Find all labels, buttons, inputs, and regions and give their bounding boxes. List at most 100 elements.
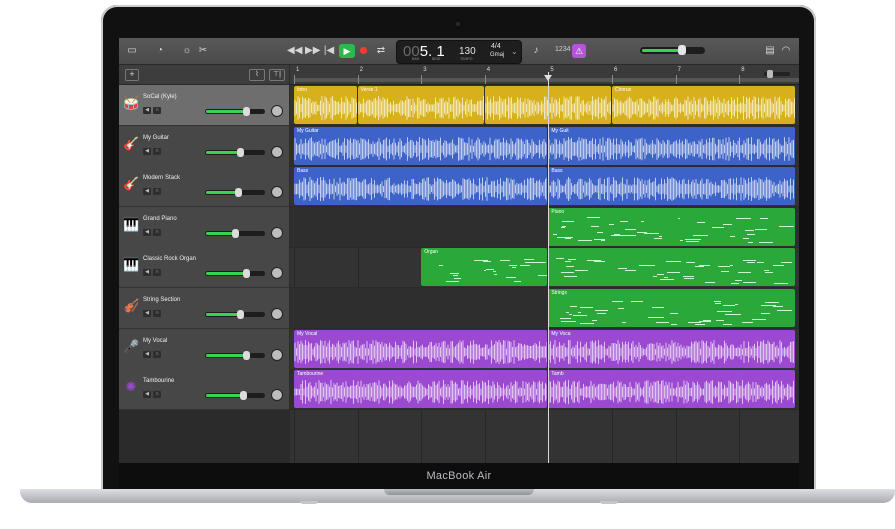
region[interactable]: Bass bbox=[548, 167, 795, 206]
loop-browser-icon[interactable]: ◠ bbox=[779, 44, 793, 58]
track-lane[interactable]: Bass Bass bbox=[290, 166, 799, 208]
smart-button[interactable]: ⌇ bbox=[249, 69, 265, 81]
mute-button[interactable]: ◀ bbox=[143, 391, 151, 399]
track-volume-slider[interactable] bbox=[205, 147, 265, 157]
pan-knob[interactable] bbox=[271, 105, 283, 117]
track-volume-slider[interactable] bbox=[205, 350, 265, 360]
smart-controls-icon[interactable]: ◔ bbox=[153, 44, 167, 58]
brightness-icon[interactable]: ☼ bbox=[180, 44, 194, 58]
track-volume-slider[interactable] bbox=[205, 228, 265, 238]
pan-knob[interactable] bbox=[271, 186, 283, 199]
track-header[interactable]: 🎸 My Guitar ◀ ∩ bbox=[119, 125, 289, 167]
playhead-handle[interactable] bbox=[544, 75, 553, 81]
track-header[interactable]: 🎹 Grand Piano ◀ ∩ bbox=[119, 206, 289, 248]
tuner-icon[interactable]: ⚠ bbox=[572, 44, 586, 58]
track-volume-knob[interactable] bbox=[240, 391, 248, 401]
region[interactable]: Bass bbox=[294, 167, 548, 206]
track-lane[interactable]: Organ bbox=[290, 247, 799, 289]
region[interactable]: Strings bbox=[548, 289, 795, 327]
region[interactable]: My Guit bbox=[548, 126, 795, 165]
mute-button[interactable]: ◀ bbox=[143, 269, 151, 277]
count-in-button[interactable]: 1234 bbox=[555, 46, 571, 53]
mute-button[interactable]: ◀ bbox=[143, 350, 151, 358]
track-volume-slider[interactable] bbox=[205, 107, 265, 116]
track-volume-knob[interactable] bbox=[242, 269, 250, 279]
region[interactable]: Intro bbox=[294, 86, 357, 124]
headphones-icon[interactable]: ∩ bbox=[153, 188, 161, 196]
lcd-display[interactable]: 005. 1 BAR BEAT 130 TEMPO 4/4 Gmaj ⌄ bbox=[396, 40, 522, 64]
playhead[interactable] bbox=[548, 72, 550, 463]
track-header[interactable]: ✺ Tambourine ◀ ∩ bbox=[119, 369, 289, 411]
filter-button[interactable]: ⊤| bbox=[269, 69, 285, 81]
notepad-icon[interactable]: ▤ bbox=[763, 44, 777, 58]
track-header[interactable]: 🎹 Classic Rock Organ ◀ ∩ bbox=[119, 247, 289, 289]
headphones-icon[interactable]: ∩ bbox=[153, 147, 161, 155]
pan-knob[interactable] bbox=[271, 348, 283, 361]
track-lane[interactable]: Intro Verse 1 Chorus bbox=[290, 85, 799, 126]
drummer-icon: 🥁 bbox=[123, 95, 140, 110]
headphones-icon[interactable]: ∩ bbox=[153, 107, 161, 114]
pan-knob[interactable] bbox=[271, 389, 283, 402]
track-volume-slider[interactable] bbox=[205, 391, 265, 401]
pan-knob[interactable] bbox=[271, 145, 283, 158]
track-lane[interactable]: Tambourine Tamb bbox=[290, 369, 799, 411]
region[interactable]: Chorus bbox=[612, 86, 795, 124]
master-volume-slider[interactable] bbox=[640, 45, 705, 55]
track-volume-knob[interactable] bbox=[242, 107, 250, 116]
region[interactable]: My Vocal bbox=[294, 329, 548, 368]
headphones-icon[interactable]: ∩ bbox=[153, 310, 161, 317]
track-header[interactable]: 🎻 String Section ◀ ∩ bbox=[119, 288, 289, 329]
mute-button[interactable]: ◀ bbox=[143, 147, 151, 155]
scissors-icon[interactable]: ✂ bbox=[196, 44, 210, 58]
mute-button[interactable]: ◀ bbox=[143, 310, 151, 317]
record-icon[interactable] bbox=[360, 47, 367, 54]
zoom-slider[interactable] bbox=[764, 70, 790, 78]
track-lane[interactable]: Piano bbox=[290, 206, 799, 248]
tracks-area[interactable]: Intro Verse 1 Chorus My Guitar My Guit Bass Ba… bbox=[290, 85, 799, 463]
region[interactable]: Tamb bbox=[548, 370, 795, 409]
region[interactable]: Organ bbox=[421, 248, 548, 287]
add-track-button[interactable]: + bbox=[125, 69, 139, 81]
headphones-icon[interactable]: ∩ bbox=[153, 391, 161, 399]
track-volume-knob[interactable] bbox=[242, 350, 250, 360]
track-volume-knob[interactable] bbox=[237, 310, 245, 319]
region[interactable]: My Voca bbox=[548, 329, 795, 368]
region[interactable]: Tambourine bbox=[294, 370, 548, 409]
fast-forward-icon[interactable]: ▶▶ bbox=[305, 44, 320, 58]
mute-button[interactable]: ◀ bbox=[143, 188, 151, 196]
midi-note bbox=[729, 235, 735, 237]
region[interactable]: Piano bbox=[548, 207, 795, 246]
track-volume-slider[interactable] bbox=[205, 188, 265, 198]
track-lane[interactable]: Strings bbox=[290, 288, 799, 329]
track-header[interactable]: 🎤 My Vocal ◀ ∩ bbox=[119, 328, 289, 370]
region[interactable]: Verse 1 bbox=[357, 86, 484, 124]
library-icon[interactable]: ▭ bbox=[125, 44, 139, 58]
track-header[interactable]: 🥁 SoCal (Kyle) ◀ ∩ bbox=[119, 85, 289, 126]
track-header[interactable]: 🎸 Modern Stack ◀ ∩ bbox=[119, 166, 289, 208]
headphones-icon[interactable]: ∩ bbox=[153, 269, 161, 277]
track-lane[interactable]: My Guitar My Guit bbox=[290, 125, 799, 167]
pan-knob[interactable] bbox=[271, 226, 283, 239]
master-volume-knob[interactable] bbox=[678, 45, 687, 55]
pan-knob[interactable] bbox=[271, 267, 283, 280]
track-volume-slider[interactable] bbox=[205, 269, 265, 279]
pan-knob[interactable] bbox=[271, 308, 283, 320]
headphones-icon[interactable]: ∩ bbox=[153, 350, 161, 358]
region[interactable]: My Guitar bbox=[294, 126, 548, 165]
track-volume-slider[interactable] bbox=[205, 310, 265, 319]
mute-button[interactable]: ◀ bbox=[143, 228, 151, 236]
track-volume-knob[interactable] bbox=[234, 188, 242, 198]
metronome-icon[interactable]: ♪ bbox=[529, 44, 543, 58]
play-icon[interactable]: ▶ bbox=[339, 44, 355, 58]
rewind-icon[interactable]: ◀◀ bbox=[287, 44, 302, 58]
headphones-icon[interactable]: ∩ bbox=[153, 228, 161, 236]
cycle-icon[interactable]: ⇄ bbox=[374, 44, 388, 58]
track-volume-knob[interactable] bbox=[231, 228, 239, 238]
zoom-knob[interactable] bbox=[767, 70, 773, 78]
go-to-start-icon[interactable]: |◀ bbox=[322, 44, 336, 58]
track-lane[interactable]: My Vocal My Voca bbox=[290, 329, 799, 370]
region[interactable] bbox=[548, 248, 795, 287]
mute-button[interactable]: ◀ bbox=[143, 107, 151, 114]
track-volume-knob[interactable] bbox=[237, 147, 245, 157]
chevron-down-icon[interactable]: ⌄ bbox=[511, 47, 518, 56]
